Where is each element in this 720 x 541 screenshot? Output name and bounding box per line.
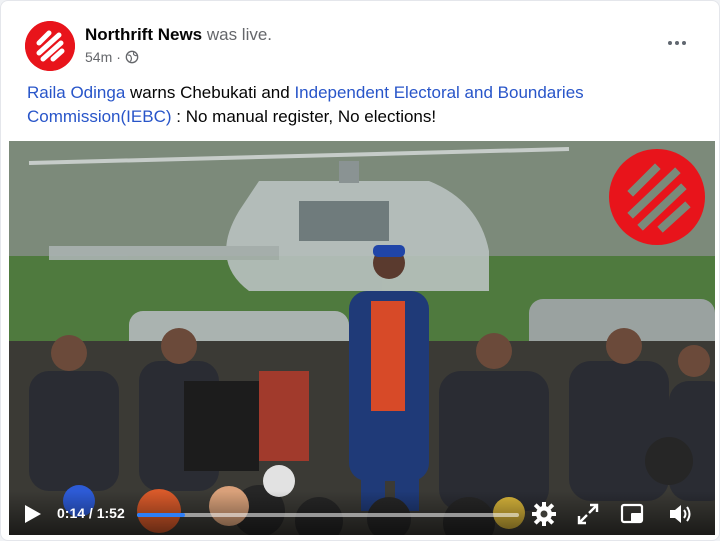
progress-bar[interactable] [137,513,519,517]
author-line: Northrift News was live. [85,25,272,45]
post-caption: Raila Odinga warns Chebukati and Indepen… [27,81,687,129]
volume-icon[interactable] [667,501,693,527]
time-separator: / [85,505,97,521]
timestamp-link[interactable]: 54m [85,49,112,65]
duration: 1:52 [96,505,125,521]
northrift-watermark-icon [609,149,705,245]
caption-text-1: warns Chebukati and [125,83,295,102]
fullscreen-icon[interactable] [575,501,601,527]
more-options-icon[interactable] [661,29,693,57]
page-name-link[interactable]: Northrift News [85,25,202,44]
northrift-logo-icon [25,21,75,71]
post-card: Northrift News was live. 54m · Raila Odi… [0,0,720,541]
caption-link-raila-odinga[interactable]: Raila Odinga [27,83,125,102]
current-time: 0:14 [57,505,86,521]
live-status-text: was live. [202,25,273,44]
video-controls: 0:14 / 1:52 [9,491,715,535]
caption-text-2: : No manual register, No elections! [171,107,437,126]
settings-icon[interactable] [531,501,557,527]
progress-fill [137,513,185,517]
post-header: Northrift News was live. 54m · [25,19,703,73]
meta-separator: · [116,49,121,65]
play-icon[interactable] [23,503,43,525]
time-display: 0:14 / 1:52 [57,505,125,521]
post-meta: 54m · [85,49,139,65]
miniplayer-icon[interactable] [619,501,645,527]
video-player[interactable]: 0:14 / 1:52 [9,141,715,535]
globe-icon [125,50,139,64]
page-avatar[interactable] [25,21,75,71]
